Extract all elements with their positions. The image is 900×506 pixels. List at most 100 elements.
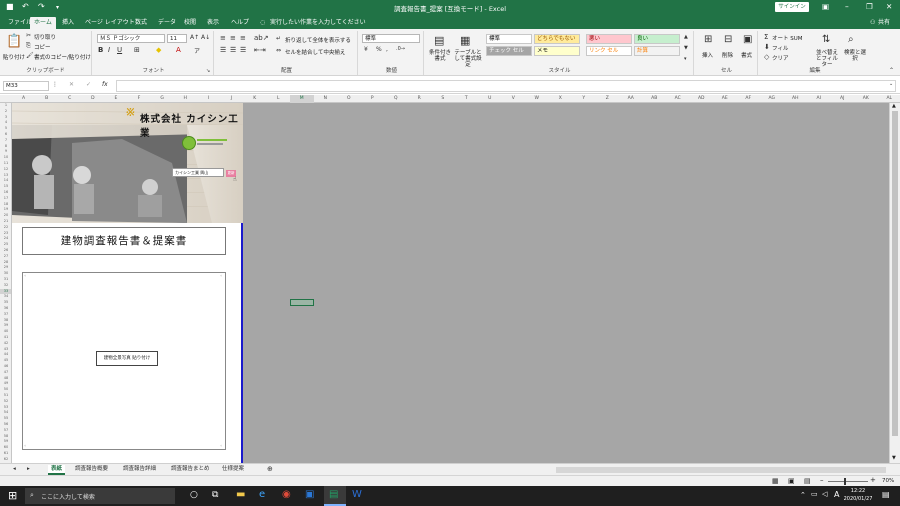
column-header[interactable]: K <box>243 95 267 103</box>
column-header[interactable]: E <box>104 95 127 103</box>
zoom-slider-thumb[interactable] <box>844 478 846 485</box>
align-right-icon[interactable]: ☰ <box>240 46 246 54</box>
column-header[interactable]: D <box>81 95 104 103</box>
styles-more-icon[interactable]: ▾ <box>684 56 687 62</box>
active-cell-m33[interactable] <box>290 299 314 306</box>
scroll-up-icon[interactable]: ▲ <box>892 103 896 109</box>
new-sheet-icon[interactable]: ⊕ <box>264 465 276 475</box>
zoom-slider[interactable] <box>828 481 868 482</box>
column-header[interactable]: H <box>174 95 197 103</box>
column-header[interactable]: J <box>220 95 243 103</box>
taskbar-search-box[interactable]: ⌕ ここに入力して検索 <box>25 488 175 504</box>
cortana-icon[interactable]: ○ <box>190 490 198 500</box>
scroll-down-icon[interactable]: ▼ <box>892 455 896 461</box>
conditional-format-icon[interactable]: ▤ <box>434 34 444 47</box>
customize-quick-access-icon[interactable]: ▾ <box>56 4 59 11</box>
column-header[interactable]: F <box>128 95 151 103</box>
column-header[interactable]: X <box>549 95 573 103</box>
column-header[interactable]: O <box>337 95 361 103</box>
currency-icon[interactable]: ¥ <box>364 46 368 53</box>
vertical-scrollbar[interactable]: ▲ ▼ <box>889 103 900 463</box>
align-top-icon[interactable]: ≡ <box>220 34 226 42</box>
excel-taskbar-button[interactable]: ▤ <box>324 486 346 506</box>
cut-button[interactable]: 切り取り <box>34 33 56 41</box>
fill-color-icon[interactable]: ◆ <box>156 46 161 54</box>
column-header[interactable]: G <box>151 95 174 103</box>
paste-icon[interactable]: 📋 <box>6 34 22 49</box>
borders-icon[interactable]: ⊞ <box>134 46 140 54</box>
insert-cells-icon[interactable]: ⊞ <box>704 34 712 45</box>
sheet-tab-overview[interactable]: 調査報告概要 <box>72 465 111 475</box>
column-header[interactable]: L <box>267 95 291 103</box>
insert-cells-button[interactable]: 挿入 <box>702 51 713 59</box>
column-header[interactable]: I <box>197 95 220 103</box>
ribbon-display-options-icon[interactable]: ▣ <box>822 2 829 11</box>
network-icon[interactable]: ▭ <box>811 490 818 498</box>
column-header[interactable]: V <box>502 95 526 103</box>
column-header[interactable]: S <box>431 95 455 103</box>
orientation-icon[interactable]: ab↗ <box>254 34 269 42</box>
insert-function-button[interactable]: fx <box>102 81 108 88</box>
clear-icon[interactable]: ◇ <box>764 53 769 61</box>
cell-style-6[interactable]: リンク セル <box>586 46 632 56</box>
comma-button[interactable]: , <box>386 46 388 53</box>
underline-button[interactable]: U <box>117 46 122 54</box>
tell-me-search[interactable]: 実行したい作業を入力してください <box>266 17 370 29</box>
taskbar-time[interactable]: 12:22 <box>846 488 870 494</box>
delete-cells-icon[interactable]: ⊟ <box>724 34 732 45</box>
notifications-icon[interactable]: ▤ <box>882 490 890 499</box>
tab-review[interactable]: 校閲 <box>180 17 200 29</box>
sheet-tab-proposal[interactable]: 仕様提案 <box>219 465 247 475</box>
task-view-icon[interactable]: ⧉ <box>212 490 218 500</box>
column-header[interactable]: Q <box>384 95 408 103</box>
column-header[interactable]: AI <box>807 95 831 103</box>
horizontal-scrollbar[interactable] <box>556 467 886 473</box>
taskbar-date[interactable]: 2020/01/27 <box>842 496 874 502</box>
font-name-select[interactable]: ＭＳ Ｐゴシック <box>97 34 165 43</box>
autosum-button[interactable]: オート SUM <box>772 34 803 42</box>
column-header[interactable]: AK <box>854 95 878 103</box>
clear-button[interactable]: クリア <box>772 54 789 62</box>
format-cells-button[interactable]: 書式 <box>741 51 752 59</box>
tab-view[interactable]: 表示 <box>203 17 223 29</box>
column-header[interactable]: AG <box>760 95 784 103</box>
outlook-icon[interactable]: ▣ <box>305 489 314 500</box>
zoom-out-icon[interactable]: – <box>820 476 824 484</box>
next-sheet-icon[interactable]: ▸ <box>24 465 33 475</box>
share-button[interactable]: 共有 <box>874 17 894 29</box>
find-select-icon[interactable]: ⌕ <box>848 34 854 45</box>
windows-start-icon[interactable]: ⊞ <box>8 489 17 502</box>
increase-decimal-icon[interactable]: .0→ <box>396 46 405 52</box>
align-middle-icon[interactable]: ≡ <box>230 34 236 42</box>
prev-sheet-icon[interactable]: ◂ <box>10 465 19 475</box>
close-icon[interactable]: ✕ <box>886 2 892 11</box>
font-color-icon[interactable]: A <box>176 46 181 54</box>
tab-help[interactable]: ヘルプ <box>227 17 253 29</box>
format-painter-icon[interactable]: 🖌 <box>26 52 34 59</box>
format-painter-button[interactable]: 書式のコピー/貼り付け <box>34 53 91 61</box>
column-header[interactable]: AD <box>690 95 714 103</box>
cell-style-3[interactable]: 良い <box>634 34 680 44</box>
chrome-icon[interactable]: ◉ <box>282 489 291 500</box>
tab-data[interactable]: データ <box>154 17 180 29</box>
cell-style-2[interactable]: 悪い <box>586 34 632 44</box>
wrap-text-button[interactable]: 折り返して全体を表示する <box>285 36 351 44</box>
name-box[interactable]: M33 <box>3 81 49 91</box>
column-header[interactable]: AB <box>643 95 667 103</box>
cell-style-4[interactable]: チェック セル <box>486 46 532 56</box>
formula-input[interactable] <box>116 80 896 92</box>
sort-filter-icon[interactable]: ⇅ <box>822 34 830 45</box>
column-header[interactable]: W <box>525 95 549 103</box>
column-header[interactable]: AE <box>713 95 737 103</box>
column-header[interactable]: AF <box>737 95 761 103</box>
minimize-icon[interactable]: – <box>845 2 849 11</box>
column-header[interactable]: AL <box>878 95 900 103</box>
percent-button[interactable]: % <box>376 46 382 53</box>
tab-formulas[interactable]: 数式 <box>131 17 151 29</box>
redo-icon[interactable]: ↷ <box>38 2 45 11</box>
expand-formula-bar-icon[interactable]: ⌄ <box>889 81 893 87</box>
copy-button[interactable]: コピー <box>34 43 51 51</box>
word-icon[interactable]: W <box>352 489 362 500</box>
align-center-icon[interactable]: ☰ <box>230 46 236 54</box>
paste-button[interactable]: 貼り付け <box>3 53 25 61</box>
